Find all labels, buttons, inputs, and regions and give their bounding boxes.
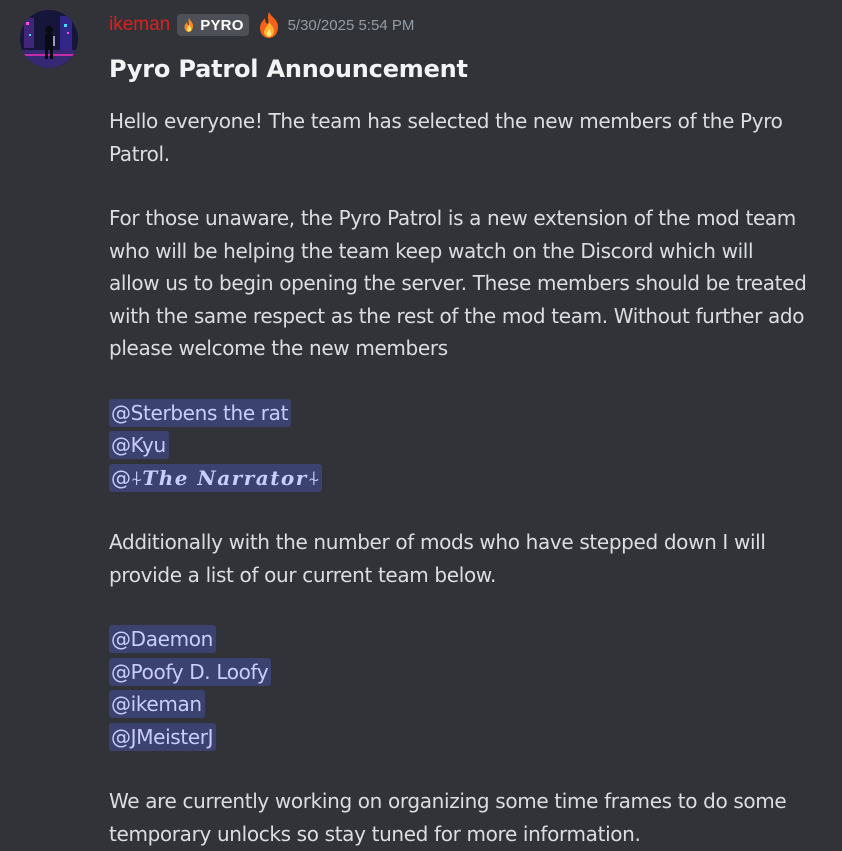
message-header: ikeman PYRO 5/30/2025 5:54 PM xyxy=(109,10,414,40)
flame-icon xyxy=(184,18,194,32)
fire-emoji-icon[interactable] xyxy=(256,11,282,39)
paragraph-explanation: For those unaware, the Pyro Patrol is a … xyxy=(109,206,807,360)
paragraph-current-team-intro: Additionally with the number of mods who… xyxy=(109,530,766,587)
server-tag[interactable]: PYRO xyxy=(177,14,249,36)
message-timestamp: 5/30/2025 5:54 PM xyxy=(287,16,415,34)
mention-ikeman[interactable]: @ikeman xyxy=(109,690,205,718)
paragraph-intro: Hello everyone! The team has selected th… xyxy=(109,109,783,166)
server-tag-label: PYRO xyxy=(200,16,244,34)
mention-kyu[interactable]: @Kyu xyxy=(109,431,169,459)
mention-daemon[interactable]: @Daemon xyxy=(109,625,216,653)
message-body: Hello everyone! The team has selected th… xyxy=(109,105,809,850)
mention-jmeisterj[interactable]: @JMeisterJ xyxy=(109,722,217,751)
paragraph-closing: We are currently working on organizing s… xyxy=(109,789,787,846)
mention-poofy-d-loofy[interactable]: @Poofy D. Loofy xyxy=(109,657,272,686)
message: ikeman PYRO 5/30/2025 5:54 PM Pyro Patro… xyxy=(0,0,842,851)
mention-sterbens[interactable]: @Sterbens the rat xyxy=(109,398,292,427)
message-title: Pyro Patrol Announcement xyxy=(109,55,468,83)
cyberpunk-figure-icon xyxy=(20,10,78,68)
avatar[interactable] xyxy=(20,10,78,68)
author-username[interactable]: ikeman xyxy=(109,14,170,36)
mention-the-narrator[interactable]: @⍭The Narrator⍭ xyxy=(109,463,323,492)
